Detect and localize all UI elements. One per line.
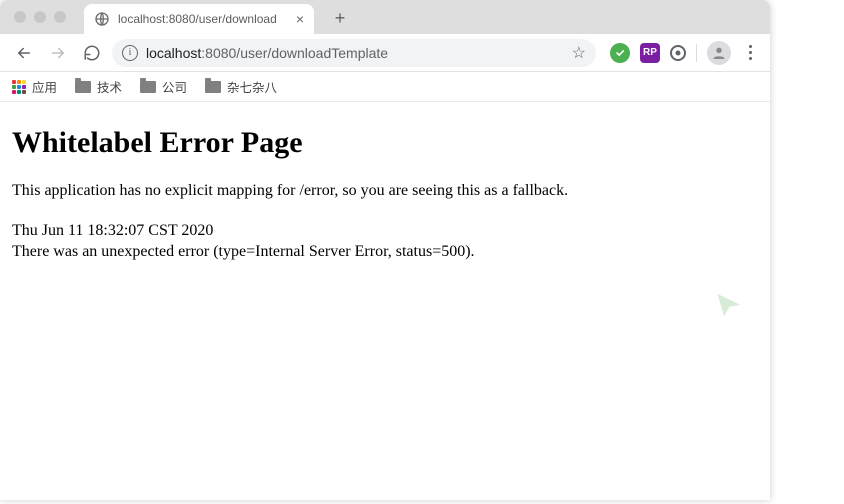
url-text: localhost:8080/user/downloadTemplate — [146, 45, 564, 61]
toolbar-divider — [696, 44, 697, 62]
apps-grid-icon — [12, 80, 26, 94]
address-bar[interactable]: i localhost:8080/user/downloadTemplate ☆ — [112, 39, 596, 67]
page-title: Whitelabel Error Page — [12, 126, 758, 160]
close-window-button[interactable] — [14, 11, 26, 23]
new-tab-button[interactable]: + — [326, 4, 354, 32]
extension-icon-purple[interactable]: RP — [640, 43, 660, 63]
watermark-icon — [712, 292, 740, 325]
reload-button[interactable] — [78, 39, 106, 67]
minimize-window-button[interactable] — [34, 11, 46, 23]
titlebar: localhost:8080/user/download × + — [0, 0, 770, 34]
extension-icons: RP — [610, 41, 760, 65]
bookmarks-bar: 应用 技术 公司 杂七杂八 — [0, 72, 770, 102]
folder-icon — [75, 81, 91, 93]
tab-title: localhost:8080/user/download — [118, 12, 288, 26]
page-content: Whitelabel Error Page This application h… — [0, 102, 770, 275]
close-tab-icon[interactable]: × — [296, 11, 304, 27]
browser-menu-button[interactable] — [741, 41, 760, 64]
error-fallback-message: This application has no explicit mapping… — [12, 180, 758, 202]
globe-icon — [94, 11, 110, 27]
error-detail: There was an unexpected error (type=Inte… — [12, 241, 758, 263]
apps-shortcut[interactable]: 应用 — [12, 77, 57, 96]
bookmark-folder-company[interactable]: 公司 — [140, 77, 187, 96]
bookmark-label: 杂七杂八 — [227, 77, 277, 96]
apps-label: 应用 — [32, 77, 57, 96]
forward-button[interactable] — [44, 39, 72, 67]
error-timestamp: Thu Jun 11 18:32:07 CST 2020 — [12, 220, 758, 242]
folder-icon — [140, 81, 156, 93]
browser-tab[interactable]: localhost:8080/user/download × — [84, 4, 314, 34]
toolbar: i localhost:8080/user/downloadTemplate ☆… — [0, 34, 770, 72]
folder-icon — [205, 81, 221, 93]
extension-icon-green-check[interactable] — [610, 43, 630, 63]
bookmark-label: 公司 — [162, 77, 187, 96]
traffic-lights — [14, 11, 66, 23]
bookmark-folder-misc[interactable]: 杂七杂八 — [205, 77, 277, 96]
extension-icon-ring[interactable] — [670, 45, 686, 61]
bookmark-folder-tech[interactable]: 技术 — [75, 77, 122, 96]
url-host: localhost — [146, 45, 201, 61]
url-path: :8080/user/downloadTemplate — [201, 45, 388, 61]
back-button[interactable] — [10, 39, 38, 67]
profile-avatar[interactable] — [707, 41, 731, 65]
bookmark-star-icon[interactable]: ☆ — [572, 43, 586, 63]
browser-window: localhost:8080/user/download × + i local… — [0, 0, 770, 500]
maximize-window-button[interactable] — [54, 11, 66, 23]
site-info-icon[interactable]: i — [122, 45, 138, 61]
bookmark-label: 技术 — [97, 77, 122, 96]
